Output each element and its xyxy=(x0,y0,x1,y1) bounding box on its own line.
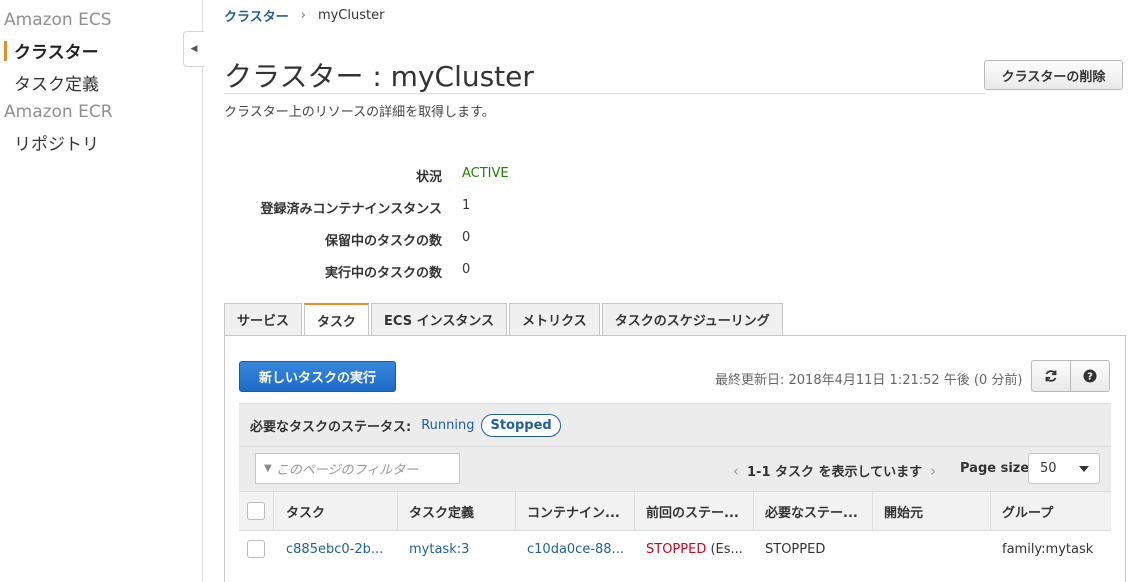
select-all-checkbox[interactable] xyxy=(247,502,265,520)
tab-scheduled-tasks[interactable]: タスクのスケジューリング xyxy=(601,303,783,335)
prev-page-button[interactable]: ‹ xyxy=(733,462,739,480)
col-header-task[interactable]: タスク xyxy=(274,492,398,530)
cluster-status-list: 状況 ACTIVE 登録済みコンテナインスタンス 1 保留中のタスクの数 0 実… xyxy=(224,166,624,294)
col-header-started-by[interactable]: 開始元 xyxy=(873,492,991,530)
sidebar-group-ecr: Amazon ECR xyxy=(4,102,113,122)
status-value: ACTIVE xyxy=(462,166,509,181)
help-button[interactable]: ? xyxy=(1070,360,1110,392)
sidebar-collapse-button[interactable]: ◀ xyxy=(183,31,204,67)
col-header-group[interactable]: グループ xyxy=(991,492,1111,530)
tab-bar: サービス タスク ECS インスタンス メトリクス タスクのスケジューリング xyxy=(224,303,785,336)
chevron-left-icon: ◀ xyxy=(190,44,198,54)
running-tasks-label: 実行中のタスクの数 xyxy=(324,266,442,281)
sidebar-item-clusters[interactable]: クラスター xyxy=(0,38,99,63)
desired-status-bar: 必要なタスクのステータス: Running Stopped xyxy=(239,403,1111,447)
tab-tasks[interactable]: タスク xyxy=(304,303,370,336)
table-row: c885ebc0-2b... mytask:3 c10da0ce-88... S… xyxy=(239,531,1111,567)
pagination-summary: 1-1 タスク を表示しています xyxy=(747,465,923,480)
svg-text:?: ? xyxy=(1087,372,1093,383)
sidebar-item-task-definitions[interactable]: タスク定義 xyxy=(0,70,99,95)
registered-instances-value: 1 xyxy=(462,198,471,213)
delete-cluster-button[interactable]: クラスターの削除 xyxy=(984,60,1123,90)
desired-status-label: 必要なタスクのステータス: xyxy=(250,419,412,435)
row-checkbox[interactable] xyxy=(247,540,265,558)
filter-input[interactable]: ▼ このページのフィルター xyxy=(255,453,460,484)
caret-down-icon xyxy=(1079,466,1089,472)
breadcrumb-clusters-link[interactable]: クラスター xyxy=(224,6,289,25)
col-header-last-status[interactable]: 前回のステー... xyxy=(635,492,754,530)
refresh-button[interactable] xyxy=(1031,360,1071,392)
row-select-cell xyxy=(239,531,274,567)
tasks-panel: 新しいタスクの実行 最終更新日: 2018年4月11日 1:21:52 午後 (… xyxy=(224,335,1126,582)
desired-status-value: STOPPED xyxy=(765,541,826,557)
sidebar: Amazon ECS クラスター タスク定義 Amazon ECR リポジトリ xyxy=(0,0,203,582)
tab-services[interactable]: サービス xyxy=(224,303,303,335)
filter-placeholder: このページのフィルター xyxy=(275,463,419,478)
status-label: 状況 xyxy=(415,170,442,185)
last-updated-text: 最終更新日: 2018年4月11日 1:21:52 午後 (0 分前) xyxy=(715,373,1023,388)
breadcrumb-current: myCluster xyxy=(317,8,385,23)
container-instance-link[interactable]: c10da0ce-88... xyxy=(527,542,624,557)
breadcrumb: クラスター › myCluster xyxy=(224,6,384,25)
table-tools: ▼ このページのフィルター ‹ 1-1 タスク を表示しています › Page … xyxy=(239,447,1111,491)
last-status-reason: (Es... xyxy=(706,541,743,557)
pending-tasks-value: 0 xyxy=(462,230,471,245)
pending-tasks-label: 保留中のタスクの数 xyxy=(324,234,442,249)
funnel-icon: ▼ xyxy=(264,463,272,474)
help-icon: ? xyxy=(1083,369,1097,383)
group-value: family:mytask xyxy=(1002,541,1094,557)
tab-ecs-instances[interactable]: ECS インスタンス xyxy=(371,303,508,335)
task-definition-link[interactable]: mytask:3 xyxy=(409,542,469,557)
task-id-link[interactable]: c885ebc0-2b... xyxy=(286,542,383,557)
tab-metrics[interactable]: メトリクス xyxy=(509,303,600,335)
last-status-value: STOPPED xyxy=(646,541,707,557)
col-header-container-instance[interactable]: コンテナイン... xyxy=(516,492,635,530)
table-header: タスク タスク定義 コンテナイン... 前回のステー... 必要なステー... … xyxy=(239,491,1111,531)
running-tasks-row: 実行中のタスクの数 0 xyxy=(224,262,624,294)
registered-instances-label: 登録済みコンテナインスタンス xyxy=(260,202,442,217)
page-subtitle: クラスター上のリソースの詳細を取得します。 xyxy=(224,105,495,120)
col-header-desired-status[interactable]: 必要なステー... xyxy=(754,492,873,530)
page-size-label: Page size xyxy=(960,461,1030,476)
run-new-task-button[interactable]: 新しいタスクの実行 xyxy=(239,361,396,392)
page-title: クラスター : myCluster xyxy=(224,60,534,93)
sidebar-item-repositories[interactable]: リポジトリ xyxy=(0,130,99,155)
sidebar-group-ecs: Amazon ECS xyxy=(4,10,112,30)
next-page-button[interactable]: › xyxy=(930,462,936,480)
page-size-value: 50 xyxy=(1040,461,1057,476)
status-row: 状況 ACTIVE xyxy=(224,166,624,198)
refresh-icon xyxy=(1045,370,1057,382)
col-header-task-definition[interactable]: タスク定義 xyxy=(398,492,516,530)
page-size-select[interactable]: 50 xyxy=(1028,453,1100,484)
pending-tasks-row: 保留中のタスクの数 0 xyxy=(224,230,624,262)
select-all-cell xyxy=(239,492,274,530)
breadcrumb-separator: › xyxy=(300,8,306,23)
title-divider xyxy=(224,93,984,94)
status-running-link[interactable]: Running xyxy=(421,418,474,433)
running-tasks-value: 0 xyxy=(462,262,471,277)
pagination: ‹ 1-1 タスク を表示しています › xyxy=(733,461,936,481)
status-stopped-pill[interactable]: Stopped xyxy=(481,413,561,437)
registered-instances-row: 登録済みコンテナインスタンス 1 xyxy=(224,198,624,230)
